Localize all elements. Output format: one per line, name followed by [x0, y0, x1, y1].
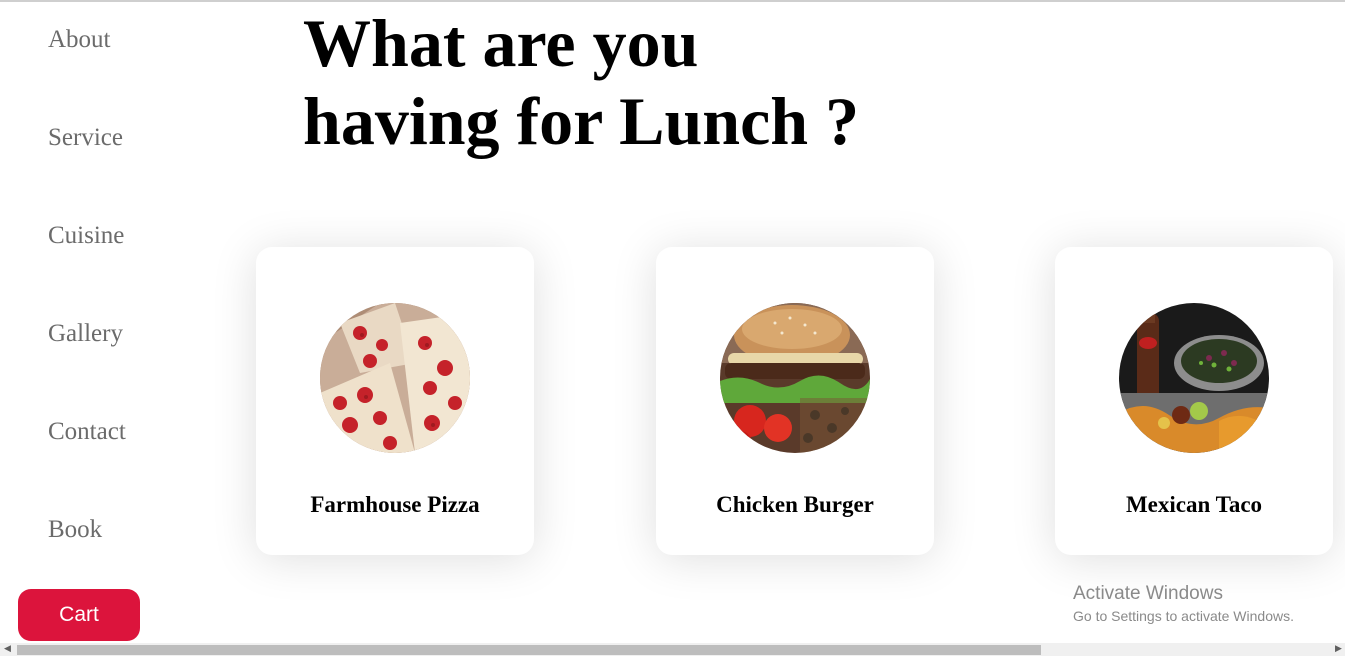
sidebar-nav: About Service Cuisine Gallery Contact Bo… — [0, 0, 200, 656]
nav-item-contact[interactable]: Contact — [48, 418, 126, 446]
scrollbar-thumb[interactable] — [17, 645, 1041, 655]
card-title: Mexican Taco — [1125, 492, 1263, 517]
nav-item-service[interactable]: Service — [48, 124, 123, 152]
nav-item-gallery[interactable]: Gallery — [48, 320, 123, 348]
card-title: Chicken Burger — [716, 492, 874, 517]
scroll-right-icon[interactable]: ▶ — [1335, 643, 1342, 656]
page-title-line-1: What are you — [303, 5, 699, 81]
taco-image — [1119, 303, 1269, 453]
top-border — [0, 0, 1345, 2]
pizza-image — [320, 303, 470, 453]
nav-item-about[interactable]: About — [48, 26, 111, 54]
watermark-title: Activate Windows — [1073, 583, 1223, 604]
scroll-left-icon[interactable]: ◀ — [4, 643, 11, 656]
card-title: Farmhouse Pizza — [310, 492, 480, 517]
food-card-burger[interactable]: Chicken Burger — [656, 247, 934, 555]
page-title-line-2: having for Lunch ? — [303, 83, 860, 159]
cart-button[interactable]: Cart — [18, 589, 140, 641]
nav-item-cuisine[interactable]: Cuisine — [48, 222, 124, 250]
watermark-subtitle: Go to Settings to activate Windows. — [1073, 608, 1294, 624]
page-title: What are you having for Lunch ? — [303, 4, 859, 160]
nav-item-book[interactable]: Book — [48, 516, 102, 544]
windows-activation-watermark: Activate Windows Go to Settings to activ… — [1073, 583, 1294, 624]
burger-image — [720, 303, 870, 453]
food-card-taco[interactable]: Mexican Taco — [1055, 247, 1333, 555]
horizontal-scrollbar[interactable]: ◀ ▶ — [0, 643, 1345, 656]
food-card-pizza[interactable]: Farmhouse Pizza — [256, 247, 534, 555]
